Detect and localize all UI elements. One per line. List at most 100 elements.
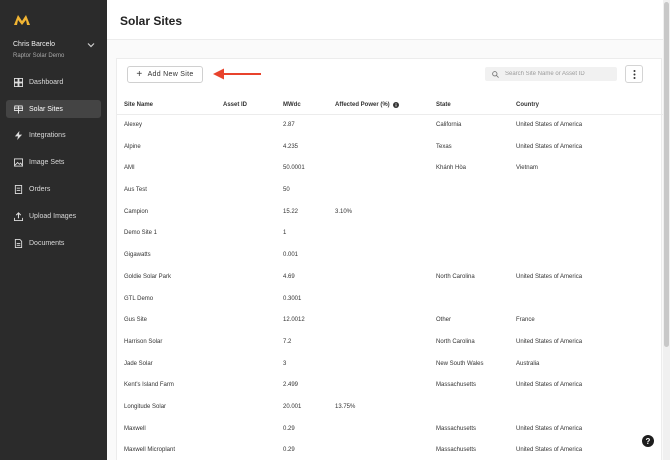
cell-state: Massachusetts [436, 447, 477, 454]
cell-site-name: Goldie Solar Park [124, 273, 172, 280]
column-header-mwdc[interactable]: MWdc [283, 102, 301, 108]
cell-state: New South Wales [436, 360, 484, 367]
nav-item-integrations[interactable]: Integrations [6, 126, 101, 144]
add-new-site-button[interactable]: + Add New Site [127, 66, 203, 83]
cell-site-name: Maxwell Microplant [124, 447, 176, 454]
help-button[interactable]: ? [642, 435, 654, 447]
table-row[interactable]: Maxwell 0.29 Massachusetts United States of… [117, 419, 663, 441]
sites-table: Site Name Asset ID MWdc Affected Power (… [117, 95, 663, 460]
nav-item-orders[interactable]: Orders [6, 180, 101, 198]
cell-mwdc: 12.0012 [283, 317, 305, 324]
nav-item-image-sets[interactable]: Image Sets [6, 153, 101, 171]
table-row[interactable]: Aus Test 50 [117, 180, 663, 202]
cell-site-name: Campion [124, 208, 149, 215]
table-row[interactable]: Alexey 2.87 California United States of Ame… [117, 115, 663, 137]
more-options-button[interactable] [625, 65, 643, 83]
user-org: Raptor Solar Demo [13, 53, 65, 59]
column-header-site-name[interactable]: Site Name [124, 102, 153, 108]
cell-site-name: Gus Site [124, 317, 148, 324]
user-name: Chris Barcelo [13, 41, 56, 48]
table-row[interactable]: Longitude Solar 20.001 13.75% [117, 397, 663, 419]
chevron-down-icon[interactable] [87, 42, 95, 48]
cell-country: France [516, 317, 535, 324]
cell-state: Texas [436, 143, 452, 150]
cell-mwdc: 2.499 [283, 382, 299, 389]
table-row[interactable]: Campion 15.22 3.10% [117, 202, 663, 224]
table-row[interactable]: AMI 50.0001 Khánh Hòa Vietnam [117, 158, 663, 180]
upload-icon [14, 211, 23, 221]
cell-mwdc: 4.69 [283, 273, 295, 280]
nav-label: Integrations [29, 131, 66, 139]
user-menu[interactable]: Chris Barcelo Raptor Solar Demo [13, 41, 95, 63]
nav-item-upload-images[interactable]: Upload Images [6, 207, 101, 225]
search-icon [492, 70, 499, 78]
info-icon[interactable] [392, 102, 399, 108]
cell-country: United States of America [516, 425, 583, 432]
cell-mwdc: 7.2 [283, 338, 292, 345]
cell-affected-power: 3.10% [335, 208, 353, 215]
document-icon [14, 238, 23, 248]
cell-site-name: Gigawatts [124, 252, 151, 259]
table-row[interactable]: Gus Site 12.0012 Other France [117, 310, 663, 332]
cell-site-name: GTL Demo [124, 295, 154, 302]
cell-site-name: Longitude Solar [124, 403, 167, 410]
table-row[interactable]: Alpine 4.235 Texas United States of America [117, 137, 663, 159]
cell-state: North Carolina [436, 338, 475, 345]
table-row[interactable]: Harrison Solar 7.2 North Carolina United St… [117, 332, 663, 354]
cell-mwdc: 20.001 [283, 403, 302, 410]
table-body: Alexey 2.87 California United States of Ame… [117, 115, 663, 460]
sidebar: Chris Barcelo Raptor Solar Demo Dashboar… [0, 0, 107, 460]
table-row[interactable]: Gigawatts 0.001 [117, 245, 663, 267]
raptor-logo-icon[interactable] [14, 13, 30, 25]
nav-label: Dashboard [29, 78, 64, 86]
image-icon [14, 157, 23, 167]
nav-label: Image Sets [29, 158, 65, 166]
search-input[interactable] [505, 71, 615, 77]
scrollbar-thumb[interactable] [664, 2, 669, 347]
annotation-arrow-icon [213, 68, 261, 80]
cell-country: United States of America [516, 273, 583, 280]
cell-state: Other [436, 317, 452, 324]
header: Solar Sites [107, 0, 663, 40]
table-row[interactable]: Jade Solar 3 New South Wales Australia [117, 354, 663, 376]
cell-site-name: Aus Test [124, 187, 147, 194]
table-row[interactable]: Maxwell Microplant 0.29 Massachusetts Unite… [117, 440, 663, 460]
page-scrollbar[interactable] [663, 0, 670, 460]
cell-site-name: Demo Site 1 [124, 230, 158, 237]
main-content: Solar Sites + Add New Site Search Site N… [107, 0, 663, 460]
cell-mwdc: 0.3001 [283, 295, 302, 302]
nav-item-solar-sites[interactable]: Solar Sites [6, 100, 101, 118]
column-header-asset-id[interactable]: Asset ID [223, 102, 247, 108]
nav-label: Solar Sites [29, 105, 63, 113]
nav-item-dashboard[interactable]: Dashboard [6, 73, 101, 91]
table-row[interactable]: Demo Site 1 1 [117, 223, 663, 245]
cell-country: United States of America [516, 143, 583, 150]
search-box[interactable] [485, 67, 617, 81]
cell-country: United States of America [516, 382, 583, 389]
cell-country: United States of America [516, 122, 583, 128]
column-header-affected-power[interactable]: Affected Power (%) [335, 102, 399, 108]
cell-state: California [436, 122, 462, 128]
table-row[interactable]: GTL Demo 0.3001 [117, 289, 663, 311]
cell-site-name: Harrison Solar [124, 338, 163, 345]
cell-site-name: Alexey [124, 122, 143, 128]
column-header-country[interactable]: Country [516, 102, 539, 108]
cell-site-name: Jade Solar [124, 360, 153, 367]
column-header-state[interactable]: State [436, 102, 451, 108]
cell-mwdc: 50 [283, 187, 290, 194]
sites-panel: + Add New Site Site Name Asset ID [116, 58, 663, 460]
cell-mwdc: 15.22 [283, 208, 299, 215]
nav-item-documents[interactable]: Documents [6, 234, 101, 252]
cell-site-name: Kent's Island Farm [124, 382, 174, 389]
table-row[interactable]: Goldie Solar Park 4.69 North Carolina Unite… [117, 267, 663, 289]
affected-power-label: Affected Power (%) [335, 102, 390, 108]
cell-state: Massachusetts [436, 425, 477, 432]
cell-site-name: AMI [124, 165, 135, 172]
table-row[interactable]: Kent's Island Farm 2.499 Massachusetts Unit… [117, 375, 663, 397]
cell-state: Massachusetts [436, 382, 477, 389]
dashboard-icon [14, 77, 23, 87]
cell-mwdc: 0.29 [283, 447, 295, 454]
plus-icon: + [136, 68, 143, 80]
cell-mwdc: 1 [283, 230, 287, 237]
cell-mwdc: 4.235 [283, 143, 299, 150]
